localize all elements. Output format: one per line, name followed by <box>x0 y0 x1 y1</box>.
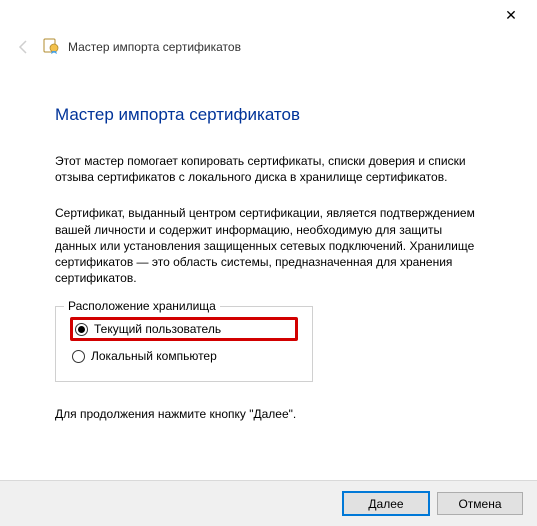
next-button[interactable]: Далее <box>343 492 429 515</box>
page-heading: Мастер импорта сертификатов <box>55 105 482 125</box>
radio-label: Локальный компьютер <box>91 349 217 363</box>
description-text: Сертификат, выданный центром сертификаци… <box>55 205 482 286</box>
certificate-wizard-icon <box>42 36 60 57</box>
radio-local-computer[interactable]: Локальный компьютер <box>70 345 298 367</box>
back-arrow-icon <box>14 37 34 57</box>
radio-label: Текущий пользователь <box>94 322 221 336</box>
wizard-header: Мастер импорта сертификатов <box>0 30 537 57</box>
close-button[interactable]: ✕ <box>491 2 531 28</box>
radio-current-user[interactable]: Текущий пользователь <box>70 317 298 341</box>
wizard-content: Мастер импорта сертификатов Этот мастер … <box>0 57 537 423</box>
storage-location-group: Расположение хранилища Текущий пользоват… <box>55 306 313 382</box>
cancel-button[interactable]: Отмена <box>437 492 523 515</box>
storage-legend: Расположение хранилища <box>64 299 220 313</box>
titlebar: ✕ <box>0 0 537 30</box>
wizard-footer: Далее Отмена <box>0 480 537 526</box>
radio-icon <box>72 350 85 363</box>
continue-hint: Для продолжения нажмите кнопку "Далее". <box>55 406 482 422</box>
wizard-title: Мастер импорта сертификатов <box>68 40 241 54</box>
close-icon: ✕ <box>505 7 517 24</box>
radio-icon <box>75 323 88 336</box>
intro-text: Этот мастер помогает копировать сертифик… <box>55 153 482 185</box>
